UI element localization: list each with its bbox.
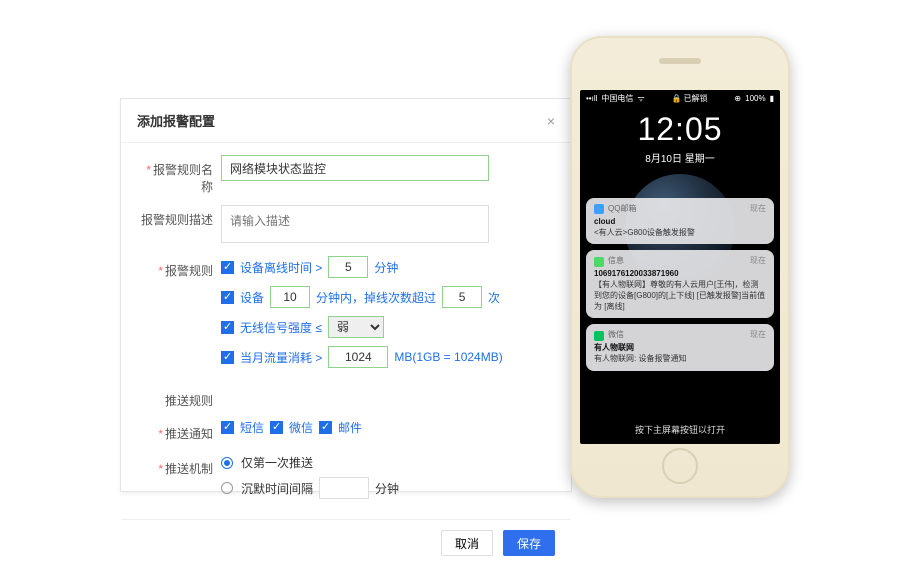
rule-desc-input[interactable] [221,205,489,243]
radio-once[interactable] [221,457,233,469]
label-push-rules: 推送规则 [165,394,213,408]
notification-qqmail[interactable]: QQ邮箱 现在 cloud <有人云>G800设备触发报警 [586,198,774,244]
battery-pct: 100% [745,94,765,103]
phone-screen: ••ıll 中国电信 ᯤ 🔒 已解锁 ⊕ 100% ▮ 12:05 8月10日 … [580,90,780,444]
row-alarm-rules: *报警规则 设备离线时间 > 分钟 设备 分钟内，掉线次数超过 次 [139,256,553,376]
row-push-notify: *推送通知 短信 微信 邮件 [139,419,553,444]
row-push-mech: *推送机制 仅第一次推送 沉默时间间隔 分钟 [139,454,553,505]
notification-sms[interactable]: 信息 现在 1069176120033871960 【有人物联网】尊敬的有人云用… [586,250,774,318]
close-icon[interactable]: × [547,113,555,129]
rule-line-2: 设备 分钟内，掉线次数超过 次 [221,286,553,308]
message-icon [594,257,604,267]
cb-signal[interactable] [221,321,234,334]
save-button[interactable]: 保存 [503,530,555,556]
cb-sms[interactable] [221,421,234,434]
label-desc: 报警规则描述 [141,213,213,227]
offline-minutes-input[interactable] [328,256,368,278]
lock-hint: 按下主屏幕按钮以打开 [580,423,780,436]
lock-status: 🔒 已解锁 [671,93,707,104]
label-push-notify: 推送通知 [165,427,213,441]
row-name: *报警规则名称 [139,155,553,195]
cb-email[interactable] [319,421,332,434]
rule-name-input[interactable] [221,155,489,181]
cancel-button[interactable]: 取消 [441,530,493,556]
modal-header: 添加报警配置 × [121,99,571,143]
alarm-config-modal: 添加报警配置 × *报警规则名称 报警规则描述 *报警规则 设备离线时间 > [120,98,572,492]
rule-line-3: 无线信号强度 ≤ 弱 [221,316,553,338]
notification-wechat[interactable]: 微信 现在 有人物联网 有人物联网: 设备报警通知 [586,324,774,370]
row-desc: 报警规则描述 [139,205,553,246]
cb-traffic[interactable] [221,351,234,364]
traffic-input[interactable] [328,346,388,368]
cb-drops[interactable] [221,291,234,304]
modal-title: 添加报警配置 [137,111,215,130]
lock-clock-area: 12:05 8月10日 星期一 [580,107,780,165]
cb-offline[interactable] [221,261,234,274]
silent-interval-input[interactable] [319,477,369,499]
row-push-heading: 推送规则 [139,386,553,409]
lock-date: 8月10日 星期一 [580,150,780,165]
carrier: 中国电信 [601,93,633,104]
wifi-icon: ᯤ [637,93,644,104]
wechat-icon [594,331,604,341]
lock-clock: 12:05 [580,111,780,148]
modal-body: *报警规则名称 报警规则描述 *报警规则 设备离线时间 > 分钟 [121,143,571,519]
drops-count-input[interactable] [442,286,482,308]
label-push-mech: 推送机制 [165,462,213,476]
status-bar: ••ıll 中国电信 ᯤ 🔒 已解锁 ⊕ 100% ▮ [580,90,780,107]
phone-mockup: ••ıll 中国电信 ᯤ 🔒 已解锁 ⊕ 100% ▮ 12:05 8月10日 … [570,36,790,498]
rule-line-4: 当月流量消耗 > MB(1GB = 1024MB) [221,346,553,368]
label-alarm-rules: 报警规则 [165,264,213,278]
mail-icon [594,204,604,214]
drops-window-input[interactable] [270,286,310,308]
notification-stack: QQ邮箱 现在 cloud <有人云>G800设备触发报警 信息 现在 1069… [586,198,774,371]
signal-icon: ••ıll [586,94,597,103]
radio-silent[interactable] [221,482,233,494]
cb-wechat[interactable] [270,421,283,434]
rule-line-1: 设备离线时间 > 分钟 [221,256,553,278]
signal-select[interactable]: 弱 [328,316,384,338]
modal-footer: 取消 保存 [121,519,571,566]
battery-icon: ▮ [770,94,774,103]
label-name: 报警规则名称 [153,163,213,194]
